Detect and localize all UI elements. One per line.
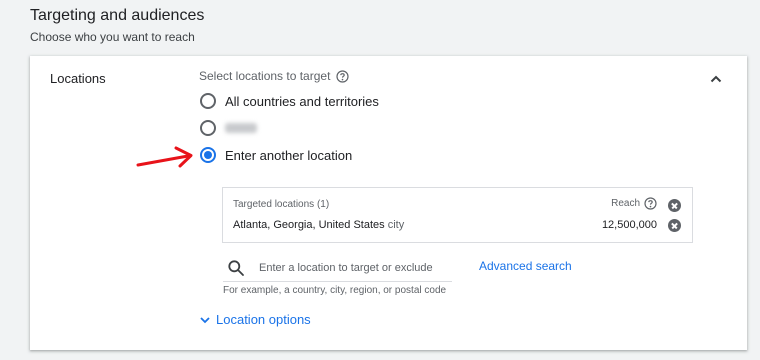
arrow-annotation	[136, 146, 193, 168]
section-subtitle: Choose who you want to reach	[30, 30, 195, 44]
radio-enter-another-location[interactable]: Enter another location	[200, 147, 352, 163]
select-locations-heading: Select locations to target	[199, 69, 350, 83]
targeted-location-item: Atlanta, Georgia, United States city	[233, 219, 404, 231]
location-search-input[interactable]	[257, 261, 451, 275]
search-icon	[228, 260, 244, 276]
help-icon[interactable]	[644, 197, 657, 210]
blurred-option-label	[225, 123, 257, 133]
radio-blurred-option[interactable]	[200, 120, 257, 136]
targeted-location-type: city	[387, 219, 405, 231]
location-options-toggle[interactable]: Location options	[198, 312, 311, 327]
section-title: Targeting and audiences	[30, 7, 205, 24]
radio-button[interactable]	[200, 120, 216, 136]
radio-button[interactable]	[200, 93, 216, 109]
location-options-label: Location options	[216, 312, 311, 327]
location-search	[223, 255, 452, 282]
reach-label: Reach	[611, 198, 640, 209]
radio-all-countries-label: All countries and territories	[225, 93, 379, 109]
select-locations-label: Select locations to target	[199, 69, 331, 83]
advanced-search-link[interactable]: Advanced search	[479, 259, 572, 273]
targeted-locations-panel: Targeted locations (1) Reach Atlanta, Ge…	[222, 187, 693, 243]
targeted-location-name: Atlanta, Georgia, United States	[233, 219, 385, 231]
search-hint: For example, a country, city, region, or…	[223, 285, 447, 296]
locations-card: Locations Select locations to target All…	[30, 56, 747, 350]
targeted-locations-header: Targeted locations (1)	[233, 199, 330, 210]
chevron-up-icon[interactable]	[707, 70, 725, 88]
chevron-down-icon	[200, 316, 210, 323]
close-icon[interactable]	[668, 219, 681, 232]
close-icon[interactable]	[668, 199, 681, 212]
radio-enter-another-label: Enter another location	[225, 147, 353, 163]
locations-label: Locations	[50, 71, 106, 86]
reach-header: Reach	[611, 197, 657, 210]
radio-button-selected[interactable]	[200, 147, 216, 163]
radio-all-countries[interactable]: All countries and territories	[200, 93, 379, 109]
help-icon[interactable]	[336, 69, 350, 83]
reach-value: 12,500,000	[601, 219, 657, 231]
